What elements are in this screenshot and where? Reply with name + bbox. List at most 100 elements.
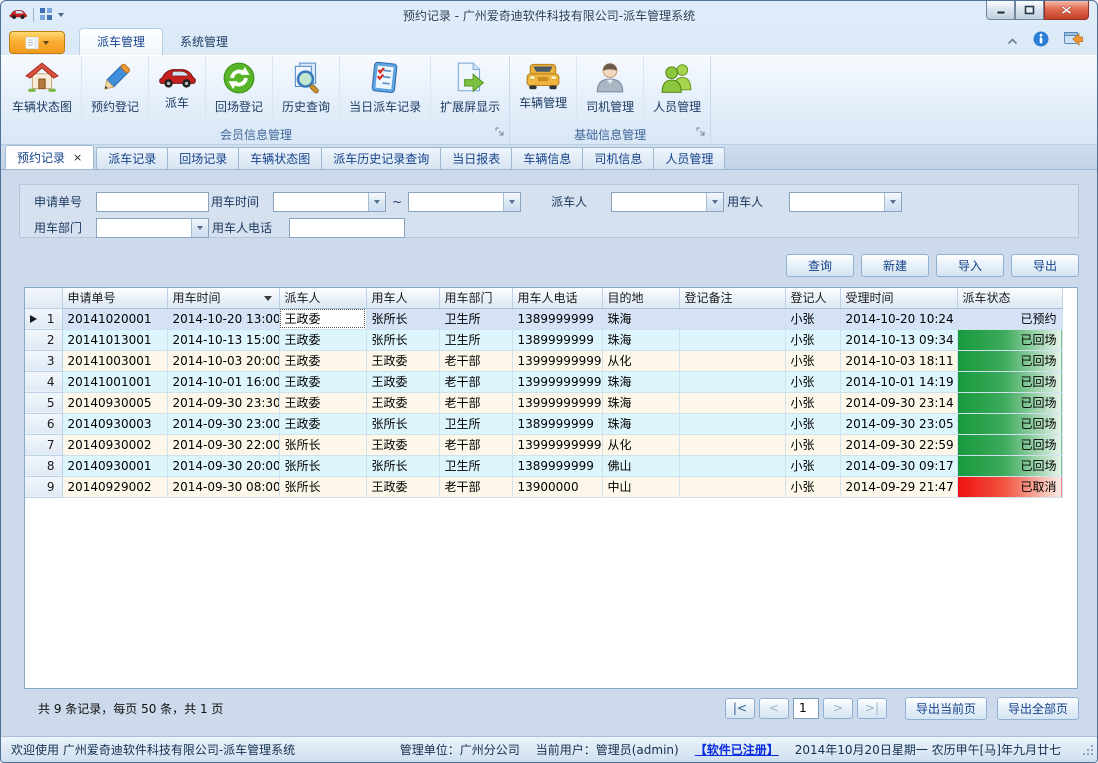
import-button[interactable]: 导入 bbox=[936, 254, 1004, 277]
table-row[interactable]: 1201410200012014-10-20 13:00王政委张所长卫生所138… bbox=[25, 308, 1062, 329]
cell-status[interactable]: 已预约 bbox=[957, 308, 1062, 329]
cell-use-time[interactable]: 2014-10-13 15:00 bbox=[167, 329, 279, 350]
doc-tab-driver-info[interactable]: 司机信息 bbox=[582, 147, 654, 169]
cell-use-time[interactable]: 2014-09-30 20:00 bbox=[167, 455, 279, 476]
table-row[interactable]: 6201409300032014-09-30 23:00王政委张所长卫生所138… bbox=[25, 413, 1062, 434]
cell-registrar[interactable]: 小张 bbox=[785, 350, 840, 371]
cell-destination[interactable]: 珠海 bbox=[602, 413, 679, 434]
cell-phone[interactable]: 1389999999 bbox=[512, 329, 602, 350]
cell-dispatcher[interactable]: 王政委 bbox=[279, 371, 366, 392]
cell-dispatcher[interactable]: 张所长 bbox=[279, 455, 366, 476]
table-row[interactable]: 3201410030012014-10-03 20:00王政委王政委老干部139… bbox=[25, 350, 1062, 371]
row-selector[interactable]: 1 bbox=[25, 308, 62, 329]
cell-use-time[interactable]: 2014-09-30 22:00 bbox=[167, 434, 279, 455]
cell-remark[interactable] bbox=[679, 371, 785, 392]
table-row[interactable]: 4201410010012014-10-01 16:00王政委王政委老干部139… bbox=[25, 371, 1062, 392]
row-selector[interactable]: 3 bbox=[25, 350, 62, 371]
col-header-phone[interactable]: 用车人电话 bbox=[512, 288, 602, 308]
cell-status[interactable]: 已回场 bbox=[957, 455, 1062, 476]
ribbon-tab-system[interactable]: 系统管理 bbox=[163, 29, 245, 55]
cell-order-no[interactable]: 20140929002 bbox=[62, 476, 167, 497]
ribbon-item-vehicle-management[interactable]: 车辆管理 bbox=[510, 56, 576, 125]
export-all-pages-button[interactable]: 导出全部页 bbox=[997, 697, 1079, 720]
cell-destination[interactable]: 珠海 bbox=[602, 371, 679, 392]
cell-dispatcher[interactable]: 张所长 bbox=[279, 476, 366, 497]
cell-accept-time[interactable]: 2014-10-03 18:11 bbox=[840, 350, 957, 371]
doc-tab-vehicle-info[interactable]: 车辆信息 bbox=[511, 147, 583, 169]
cell-phone[interactable]: 13999999999 bbox=[512, 350, 602, 371]
ribbon-item-reservation-register[interactable]: 预约登记 bbox=[81, 56, 148, 125]
row-selector[interactable]: 2 bbox=[25, 329, 62, 350]
cell-user[interactable]: 王政委 bbox=[366, 392, 439, 413]
cell-use-time[interactable]: 2014-10-01 16:00 bbox=[167, 371, 279, 392]
order-no-input[interactable] bbox=[96, 192, 209, 212]
ribbon-item-extended-screen[interactable]: 扩展屏显示 bbox=[430, 56, 509, 125]
collapse-ribbon-icon[interactable] bbox=[1007, 34, 1018, 48]
cell-dispatcher[interactable]: 王政委 bbox=[279, 350, 366, 371]
department-combo[interactable] bbox=[96, 218, 209, 238]
doc-tab-personnel-management[interactable]: 人员管理 bbox=[653, 147, 725, 169]
software-registered-link[interactable]: 【软件已注册】 bbox=[695, 741, 779, 758]
query-button[interactable]: 查询 bbox=[786, 254, 854, 277]
cell-phone[interactable]: 1389999999 bbox=[512, 413, 602, 434]
page-number-input[interactable] bbox=[793, 698, 819, 719]
cell-destination[interactable]: 佛山 bbox=[602, 455, 679, 476]
col-header-use-time[interactable]: 用车时间 bbox=[167, 288, 279, 308]
col-header-dispatcher[interactable]: 派车人 bbox=[279, 288, 366, 308]
tab-close-icon[interactable]: × bbox=[73, 152, 82, 163]
use-time-from-combo[interactable] bbox=[273, 192, 386, 212]
cell-phone[interactable]: 1389999999 bbox=[512, 308, 602, 329]
cell-registrar[interactable]: 小张 bbox=[785, 434, 840, 455]
cell-department[interactable]: 老干部 bbox=[439, 476, 512, 497]
row-selector[interactable]: 9 bbox=[25, 476, 62, 497]
cell-remark[interactable] bbox=[679, 350, 785, 371]
cell-department[interactable]: 老干部 bbox=[439, 350, 512, 371]
cell-phone[interactable]: 13999999999 bbox=[512, 392, 602, 413]
cell-department[interactable]: 卫生所 bbox=[439, 308, 512, 329]
ribbon-item-vehicle-status-map[interactable]: 车辆状态图 bbox=[3, 56, 81, 125]
cell-user[interactable]: 张所长 bbox=[366, 413, 439, 434]
cell-registrar[interactable]: 小张 bbox=[785, 371, 840, 392]
resize-grip[interactable] bbox=[1082, 744, 1094, 759]
application-menu-button[interactable] bbox=[9, 31, 65, 54]
cell-destination[interactable]: 从化 bbox=[602, 350, 679, 371]
cell-order-no[interactable]: 20141020001 bbox=[62, 308, 167, 329]
row-selector[interactable]: 4 bbox=[25, 371, 62, 392]
cell-use-time[interactable]: 2014-09-30 08:00 bbox=[167, 476, 279, 497]
cell-destination[interactable]: 珠海 bbox=[602, 308, 679, 329]
col-header-user[interactable]: 用车人 bbox=[366, 288, 439, 308]
cell-registrar[interactable]: 小张 bbox=[785, 455, 840, 476]
cell-destination[interactable]: 中山 bbox=[602, 476, 679, 497]
cell-destination[interactable]: 珠海 bbox=[602, 329, 679, 350]
close-button[interactable] bbox=[1044, 1, 1089, 20]
cell-user[interactable]: 张所长 bbox=[366, 308, 439, 329]
col-header-accept-time[interactable]: 受理时间 bbox=[840, 288, 957, 308]
doc-tab-dispatch-records[interactable]: 派车记录 bbox=[96, 147, 168, 169]
maximize-button[interactable] bbox=[1015, 1, 1044, 20]
cell-status[interactable]: 已回场 bbox=[957, 392, 1062, 413]
cell-status[interactable]: 已回场 bbox=[957, 329, 1062, 350]
phone-input[interactable] bbox=[289, 218, 405, 238]
table-row[interactable]: 8201409300012014-09-30 20:00张所长张所长卫生所138… bbox=[25, 455, 1062, 476]
cell-destination[interactable]: 珠海 bbox=[602, 392, 679, 413]
cell-order-no[interactable]: 20140930001 bbox=[62, 455, 167, 476]
cell-use-time[interactable]: 2014-09-30 23:00 bbox=[167, 413, 279, 434]
table-row[interactable]: 5201409300052014-09-30 23:30王政委王政委老干部139… bbox=[25, 392, 1062, 413]
cell-status[interactable]: 已回场 bbox=[957, 350, 1062, 371]
row-selector[interactable]: 5 bbox=[25, 392, 62, 413]
cell-status[interactable]: 已回场 bbox=[957, 371, 1062, 392]
col-header-destination[interactable]: 目的地 bbox=[602, 288, 679, 308]
group-dialog-launcher-icon[interactable] bbox=[696, 126, 706, 140]
next-page-button[interactable]: > bbox=[823, 698, 853, 719]
cell-phone[interactable]: 13999999999 bbox=[512, 371, 602, 392]
ribbon-tab-dispatch[interactable]: 派车管理 bbox=[79, 28, 163, 55]
cell-order-no[interactable]: 20141001001 bbox=[62, 371, 167, 392]
col-header-registrar[interactable]: 登记人 bbox=[785, 288, 840, 308]
cell-user[interactable]: 王政委 bbox=[366, 476, 439, 497]
cell-department[interactable]: 卫生所 bbox=[439, 413, 512, 434]
cell-registrar[interactable]: 小张 bbox=[785, 329, 840, 350]
cell-destination[interactable]: 从化 bbox=[602, 434, 679, 455]
col-header-order-no[interactable]: 申请单号 bbox=[62, 288, 167, 308]
last-page-button[interactable]: >| bbox=[857, 698, 887, 719]
table-row[interactable]: 9201409290022014-09-30 08:00张所长王政委老干部139… bbox=[25, 476, 1062, 497]
